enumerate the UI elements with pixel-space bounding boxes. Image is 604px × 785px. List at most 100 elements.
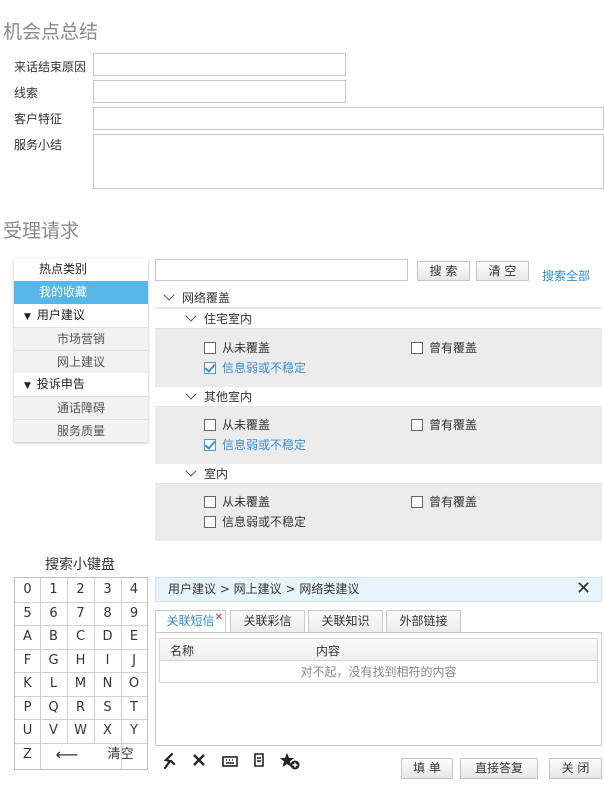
keyboard-icon[interactable] [220,752,240,772]
nav-group-user-suggestions[interactable]: ▼ 用户建议 [14,304,148,327]
key-j[interactable]: J [121,649,147,673]
close-button[interactable]: 关 闭 [549,758,602,779]
key-h[interactable]: H [67,649,94,673]
star-add-icon[interactable] [279,752,300,772]
end-reason-input[interactable] [93,53,346,76]
key-5[interactable]: 5 [15,602,40,626]
tree-node-other-indoor[interactable]: 其他室内 [155,387,602,407]
key-p[interactable]: P [15,696,40,720]
option-never-covered[interactable]: 从未覆盖 [204,339,270,357]
key-f[interactable]: F [15,649,40,673]
key-m[interactable]: M [67,672,94,696]
close-icon[interactable]: ✕ [576,579,591,599]
column-header-name: 名称 [170,644,195,658]
nav-group-complaints[interactable]: ▼ 投诉申告 [14,373,148,396]
key-4[interactable]: 4 [121,578,147,602]
tab-close-icon[interactable]: ✕ [215,607,223,628]
key-r[interactable]: R [67,696,94,720]
keypad-divider [94,578,95,743]
key-o[interactable]: O [121,672,147,696]
key-6[interactable]: 6 [40,602,67,626]
note-icon[interactable] [249,752,269,772]
link-icon[interactable] [160,752,180,772]
tab-related-mms[interactable]: 关联彩信 [230,610,305,632]
key-8[interactable]: 8 [94,602,121,626]
clue-input[interactable] [93,80,346,103]
key-t[interactable]: T [121,696,147,720]
tree-node-residential-indoor[interactable]: 住宅室内 [155,309,602,329]
option-never-covered[interactable]: 从未覆盖 [204,416,270,434]
tree-node-indoor[interactable]: 室内 [155,464,602,484]
backspace-key[interactable]: ⟵ [40,743,94,767]
nav-item-call-issues[interactable]: 通话障碍 [14,396,148,419]
key-1[interactable]: 1 [40,578,67,602]
key-c[interactable]: C [67,625,94,649]
caret-down-icon: ▼ [24,312,31,322]
search-button[interactable]: 搜 索 [417,261,470,281]
field-label-end-reason: 来话结束原因 [14,60,87,74]
option-once-covered[interactable]: 曾有覆盖 [411,416,477,434]
option-never-covered[interactable]: 从未覆盖 [204,493,270,511]
direct-reply-button[interactable]: 直接答复 [460,758,538,779]
key-w[interactable]: W [67,719,94,743]
key-e[interactable]: E [121,625,147,649]
key-7[interactable]: 7 [67,602,94,626]
close-icon[interactable] [189,752,209,772]
nav-item-favorites[interactable]: 我的收藏 [14,281,148,304]
nav-item-online-suggestions[interactable]: 网上建议 [14,350,148,373]
key-a[interactable]: A [15,625,40,649]
checkbox-checked[interactable] [204,360,216,374]
tab-related-knowledge[interactable]: 关联知识 [308,610,383,632]
category-search-input[interactable] [155,259,408,281]
key-i[interactable]: I [94,649,121,673]
key-b[interactable]: B [40,625,67,649]
checkbox[interactable] [204,495,216,508]
nav-item-hot-categories[interactable]: 热点类别 [14,258,148,281]
checkbox[interactable] [411,341,423,354]
key-g[interactable]: G [40,649,67,673]
clear-button[interactable]: 清 空 [476,261,529,281]
checkbox[interactable] [411,418,423,431]
checkbox-checked[interactable] [204,437,216,451]
option-once-covered[interactable]: 曾有覆盖 [411,339,477,357]
key-x[interactable]: X [94,719,121,743]
column-header-content: 内容 [316,644,341,658]
checkbox[interactable] [204,418,216,431]
option-weak-signal[interactable]: 信息弱或不稳定 [204,436,306,454]
checkbox[interactable] [204,341,216,354]
key-d[interactable]: D [94,625,121,649]
key-v[interactable]: V [40,719,67,743]
key-z[interactable]: Z [15,743,40,767]
option-once-covered[interactable]: 曾有覆盖 [411,493,477,511]
checkbox[interactable] [411,495,423,508]
tree-node-network-coverage[interactable]: 网络覆盖 [155,288,602,308]
chevron-down-icon [185,465,197,477]
tab-external-links[interactable]: 外部链接 [386,610,461,632]
search-all-link[interactable]: 搜索全部 [542,267,590,284]
key-s[interactable]: S [94,696,121,720]
keypad-divider [15,672,147,673]
service-summary-textarea[interactable] [93,134,604,189]
nav-item-marketing[interactable]: 市场营销 [14,327,148,350]
category-tree: 网络覆盖 住宅室内 从未覆盖 曾有覆盖 信息弱或不稳定 其他室内 从未覆盖 曾有… [155,288,602,541]
key-2[interactable]: 2 [67,578,94,602]
key-9[interactable]: 9 [121,602,147,626]
tab-related-sms[interactable]: 关联短信 ✕ [155,610,226,633]
option-weak-signal[interactable]: 信息弱或不稳定 [204,359,306,377]
key-0[interactable]: 0 [15,578,40,602]
checkbox[interactable] [204,515,216,528]
key-u[interactable]: U [15,719,40,743]
option-weak-signal[interactable]: 信息弱或不稳定 [204,513,306,531]
nav-item-service-quality[interactable]: 服务质量 [14,419,148,442]
key-l[interactable]: L [40,672,67,696]
key-3[interactable]: 3 [94,578,121,602]
key-k[interactable]: K [15,672,40,696]
keypad-title: 搜索小键盘 [45,557,115,573]
fill-form-button[interactable]: 填 单 [401,758,453,779]
customer-traits-input[interactable] [93,107,604,130]
key-n[interactable]: N [94,672,121,696]
key-y[interactable]: Y [121,719,147,743]
key-q[interactable]: Q [40,696,67,720]
check-icon [204,360,216,373]
keypad-divider [121,578,122,769]
